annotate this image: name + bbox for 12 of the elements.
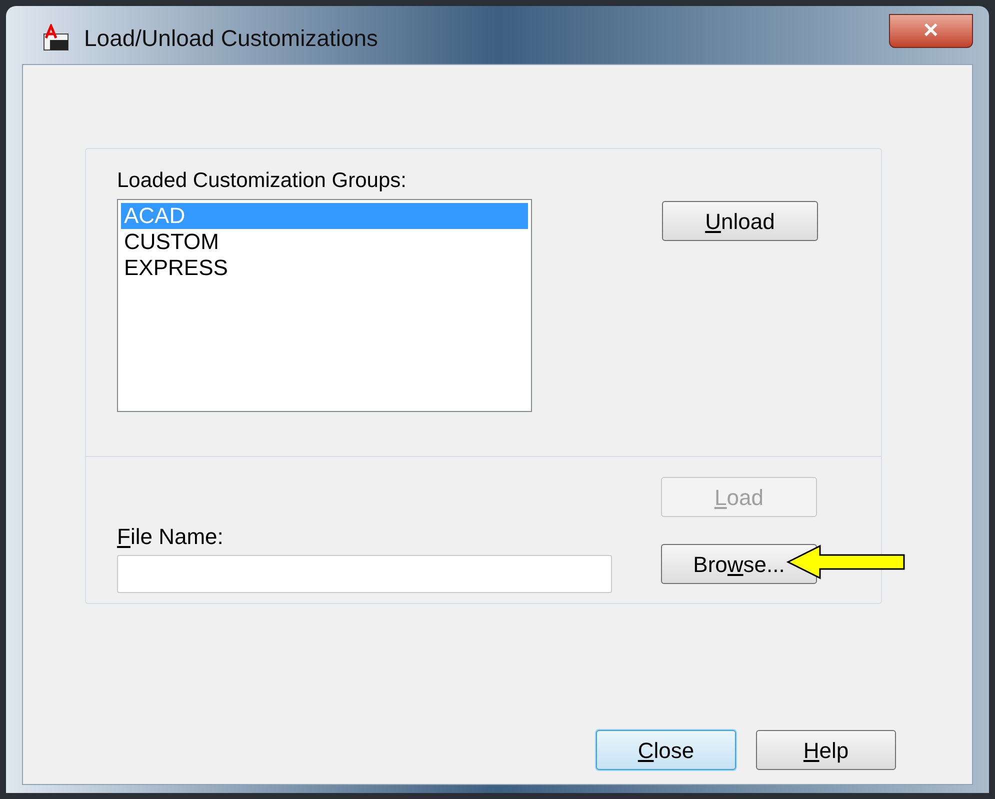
unload-button[interactable]: Unload (662, 201, 818, 241)
browse-button[interactable]: Browse... (661, 544, 817, 584)
app-logo-icon (42, 24, 70, 52)
close-dialog-button[interactable]: Close (596, 730, 736, 770)
list-item[interactable]: CUSTOM (121, 229, 528, 255)
file-name-label: File Name: (117, 525, 224, 549)
groups-list[interactable]: ACAD CUSTOM EXPRESS (117, 199, 532, 412)
window-title: Load/Unload Customizations (84, 24, 378, 53)
help-button[interactable]: Help (756, 730, 896, 770)
groups-label: Loaded Customization Groups: (117, 169, 408, 193)
file-name-field[interactable] (117, 555, 612, 593)
list-item[interactable]: EXPRESS (121, 255, 528, 281)
